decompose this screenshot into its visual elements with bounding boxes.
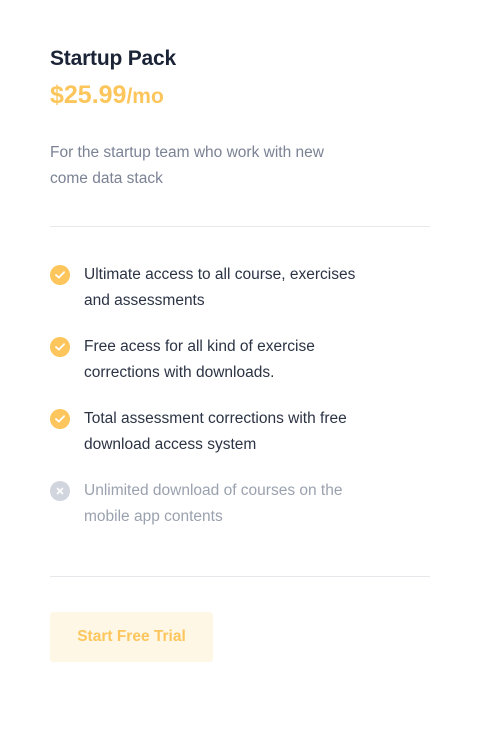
- plan-price: $25.99 /mo: [50, 80, 430, 112]
- feature-item: Ultimate access to all course, exercises…: [50, 262, 430, 314]
- feature-text: Ultimate access to all course, exercises…: [84, 266, 356, 309]
- plan-title: Startup Pack: [50, 47, 176, 70]
- feature-text: Unlimited download of courses on the mob…: [84, 482, 343, 525]
- feature-list: Ultimate access to all course, exercises…: [50, 262, 430, 530]
- pricing-card: Startup Pack $25.99 /mo For the startup …: [50, 44, 430, 662]
- close-icon: [50, 481, 70, 501]
- feature-item: Unlimited download of courses on the mob…: [50, 478, 430, 530]
- divider: [50, 576, 430, 577]
- feature-text: Total assessment corrections with free d…: [84, 410, 347, 453]
- price-amount: $25.99: [50, 81, 127, 109]
- start-free-trial-button[interactable]: Start Free Trial: [50, 612, 213, 662]
- check-icon: [50, 337, 70, 357]
- feature-text: Free acess for all kind of exercise corr…: [84, 338, 315, 381]
- feature-item: Total assessment corrections with free d…: [50, 406, 430, 458]
- check-icon: [50, 265, 70, 285]
- divider: [50, 226, 430, 227]
- price-period: /mo: [126, 85, 164, 108]
- feature-item: Free acess for all kind of exercise corr…: [50, 334, 430, 386]
- check-icon: [50, 409, 70, 429]
- plan-description: For the startup team who work with new c…: [50, 144, 324, 187]
